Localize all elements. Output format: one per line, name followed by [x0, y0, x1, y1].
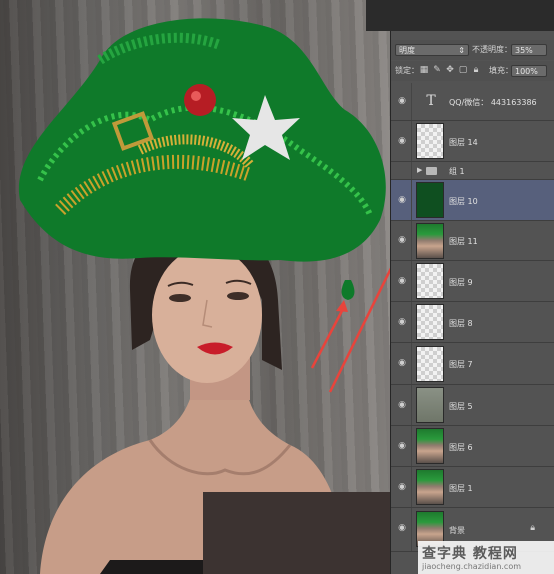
eye-icon[interactable]: ◉	[395, 276, 409, 286]
blend-mode-value: 明度	[399, 46, 415, 55]
layer-row-5[interactable]: ◉ 图层 5	[391, 385, 554, 426]
opacity-input[interactable]: 35%	[511, 44, 547, 56]
layer-row-11[interactable]: ◉ 图层 11	[391, 221, 554, 261]
opacity-label: 不透明度：	[472, 45, 512, 54]
canvas-dark-overlay	[203, 492, 390, 574]
panel-top-bar	[366, 0, 554, 31]
layer-name: 图层 1	[449, 484, 473, 493]
layer-name: 组 1	[449, 167, 465, 176]
layer-thumbnail	[416, 223, 444, 259]
layer-thumbnail	[416, 469, 444, 505]
lock-label: 锁定：	[395, 66, 419, 75]
watermark-title: 查字典 教程网	[422, 546, 518, 562]
eye-icon[interactable]: ◉	[395, 482, 409, 492]
watermark: 查字典 教程网 jiaocheng.chazidian.com	[418, 541, 554, 574]
layer-row-9[interactable]: ◉ 图层 9	[391, 261, 554, 302]
eye-icon[interactable]: ◉	[395, 317, 409, 327]
layer-thumbnail	[416, 263, 444, 299]
layer-name: 图层 10	[449, 197, 478, 206]
layer-thumbnail	[416, 182, 444, 218]
layer-row-1[interactable]: ◉ 图层 1	[391, 467, 554, 508]
lock-icon: 🔒︎	[530, 523, 535, 533]
eye-icon[interactable]: ◉	[395, 523, 409, 533]
layer-name: 图层 8	[449, 319, 473, 328]
brush-icon[interactable]: ✎	[432, 64, 442, 76]
layer-thumbnail	[416, 304, 444, 340]
artboard-icon[interactable]: ▢	[458, 64, 468, 76]
layer-row-14[interactable]: ◉ 图层 14	[391, 121, 554, 162]
layer-name: 图层 11	[449, 237, 478, 246]
layer-thumbnail	[416, 123, 444, 159]
eye-icon[interactable]: ◉	[395, 235, 409, 245]
move-icon[interactable]: ✥	[445, 64, 455, 76]
layer-name: 图层 14	[449, 138, 478, 147]
lock-transparent-icon[interactable]: ▦	[419, 64, 429, 76]
layer-name: 背景	[449, 526, 465, 535]
eye-icon[interactable]: ◉	[395, 96, 409, 106]
portrait-photo	[18, 18, 390, 574]
annotation-arrow-1	[310, 306, 346, 369]
layer-thumbnail	[416, 428, 444, 464]
layer-thumbnail	[416, 387, 444, 423]
layer-row-10[interactable]: ◉ 图层 10	[391, 180, 554, 221]
lock-row: 锁定： ▦ ✎ ✥ ▢ 🔒︎ 填充： 100%	[391, 61, 554, 81]
document-canvas[interactable]	[0, 0, 390, 574]
blend-row: 明度 ⇕ 不透明度： 35%	[391, 40, 554, 60]
layer-name: 图层 5	[449, 402, 473, 411]
eye-icon[interactable]: ◉	[395, 358, 409, 368]
layer-row-text[interactable]: ◉ T QQ/微信： 443163386	[391, 83, 554, 121]
layer-name: 图层 7	[449, 360, 473, 369]
text-layer-icon: T	[426, 93, 436, 109]
fill-label: 填充：	[489, 66, 513, 75]
layer-name: 图层 6	[449, 443, 473, 452]
eye-icon[interactable]: ◉	[395, 195, 409, 205]
layer-name: 图层 9	[449, 278, 473, 287]
layer-row-6[interactable]: ◉ 图层 6	[391, 426, 554, 467]
eye-icon[interactable]: ◉	[395, 400, 409, 410]
layer-row-8[interactable]: ◉ 图层 8	[391, 302, 554, 343]
layer-thumbnail	[416, 346, 444, 382]
watermark-url: jiaocheng.chazidian.com	[422, 562, 522, 571]
eye-icon[interactable]: ◉	[395, 441, 409, 451]
layer-name: QQ/微信： 443163386	[449, 98, 537, 107]
expand-triangle-icon[interactable]: ▶	[417, 166, 422, 174]
annotation-arrow-2	[328, 267, 390, 393]
layer-row-group-1[interactable]: ▶ 组 1	[391, 162, 554, 180]
layers-panel: 明度 ⇕ 不透明度： 35% 锁定： ▦ ✎ ✥ ▢ 🔒︎ 填充： 100% ◉…	[366, 0, 554, 574]
eye-icon[interactable]: ◉	[395, 136, 409, 146]
chevron-down-icon: ⇕	[458, 46, 465, 55]
layer-row-7[interactable]: ◉ 图层 7	[391, 343, 554, 385]
folder-icon	[426, 167, 437, 175]
blend-mode-select[interactable]: 明度 ⇕	[395, 44, 469, 56]
lock-icon[interactable]: 🔒︎	[471, 64, 481, 76]
fill-input[interactable]: 100%	[511, 65, 547, 77]
